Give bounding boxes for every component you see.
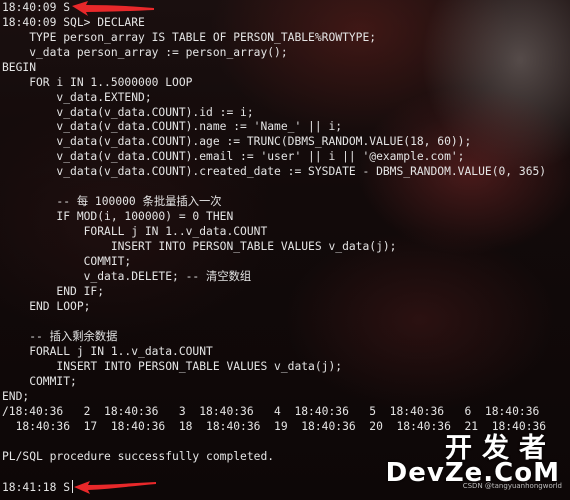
code-comment: -- 每 100000 条批量插入一次	[2, 195, 222, 208]
code-line: v_data(v_data.COUNT).name := 'Name_' || …	[2, 120, 343, 133]
devze-watermark: 开发者 DevZe.CoM CSDN @tangyuanhongworld	[386, 426, 564, 494]
prompt-text: 18:41:18 S	[2, 481, 71, 494]
code-line: IF MOD(i, 100000) = 0 THEN	[2, 210, 234, 223]
code-line: v_data(v_data.COUNT).email := 'user' || …	[2, 150, 465, 163]
watermark-credit: CSDN @tangyuanhongworld	[462, 482, 562, 490]
prompt-line-2[interactable]: 18:41:18 S	[2, 480, 74, 496]
code-line: COMMIT;	[2, 255, 132, 268]
code-line: v_data person_array := person_array();	[2, 46, 288, 59]
timestamp-line: /18:40:36 2 18:40:36 3 18:40:36 4 18:40:…	[2, 405, 540, 418]
prompt-line-1: 18:40:09 S	[2, 1, 71, 14]
success-message: PL/SQL procedure successfully completed.	[2, 450, 275, 463]
code-line: COMMIT;	[2, 375, 77, 388]
code-comment: -- 插入剩余数据	[2, 330, 118, 343]
red-arrow-icon	[74, 481, 156, 494]
code-line: v_data.EXTEND;	[2, 91, 152, 104]
code-line: v_data.DELETE; -- 清空数组	[2, 270, 252, 283]
code-line: INSERT INTO PERSON_TABLE VALUES v_data(j…	[2, 240, 397, 253]
code-line: FOR i IN 1..5000000 LOOP	[2, 76, 193, 89]
code-line: BEGIN	[2, 61, 37, 74]
terminal-window[interactable]: 18:40:09 S 18:40:09 SQL> DECLARE TYPE pe…	[0, 0, 570, 500]
red-arrow-icon	[72, 1, 154, 16]
sql-declare: 18:40:09 SQL> DECLARE	[2, 16, 145, 29]
code-line: TYPE person_array IS TABLE OF PERSON_TAB…	[2, 31, 377, 44]
code-line: v_data(v_data.COUNT).created_date := SYS…	[2, 165, 547, 178]
code-line: v_data(v_data.COUNT).age := TRUNC(DBMS_R…	[2, 135, 472, 148]
code-line: END;	[2, 390, 30, 403]
code-line: FORALL j IN 1..v_data.COUNT	[2, 225, 268, 238]
code-line: INSERT INTO PERSON_TABLE VALUES v_data(j…	[2, 360, 343, 373]
code-line: END LOOP;	[2, 300, 91, 313]
code-line: END IF;	[2, 285, 105, 298]
code-line: FORALL j IN 1..v_data.COUNT	[2, 345, 213, 358]
code-line: v_data(v_data.COUNT).id := i;	[2, 106, 254, 119]
